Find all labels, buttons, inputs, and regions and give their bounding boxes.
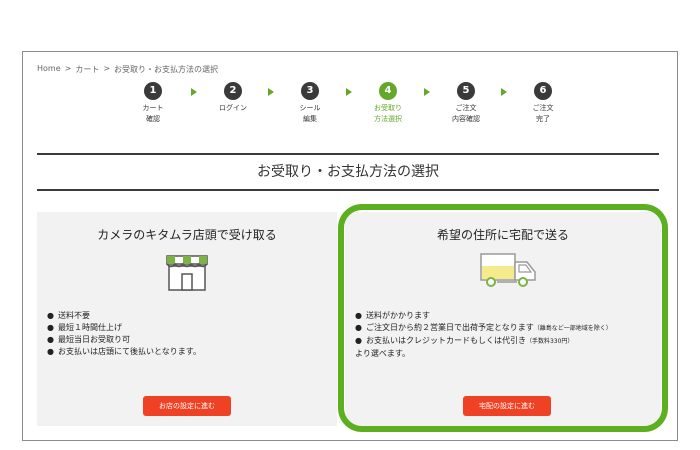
breadcrumb-separator: >	[64, 64, 72, 73]
store-pickup-panel: カメラのキタムラ店頭で受け取る 送料不要 最短１時間仕上げ 最短当日お受取り可 …	[37, 212, 337, 426]
breadcrumb-home[interactable]: Home	[37, 64, 61, 75]
step-arrow-icon	[424, 88, 430, 96]
breadcrumb-current: お受取り・お支払方法の選択	[114, 65, 219, 74]
page-title: お受取り・お支払方法の選択	[37, 153, 659, 191]
step-arrow-icon	[346, 88, 352, 96]
list-item: 送料がかかります	[355, 310, 612, 322]
list-item: お支払いは店頭にて後払いとなります。	[47, 346, 201, 358]
list-item: 最短１時間仕上げ	[47, 322, 201, 334]
step-label: シール 編集	[299, 104, 321, 123]
step-label: ログイン	[219, 104, 247, 112]
step-number: 3	[301, 82, 319, 100]
list-item: お支払いはクレジットカードもしくは代引き（手数料330円）より選べます。	[355, 335, 612, 360]
store-pickup-list: 送料不要 最短１時間仕上げ 最短当日お受取り可 お支払いは店頭にて後払いとなりま…	[47, 310, 201, 358]
step-label: ご注文 完了	[532, 104, 554, 123]
step-number: 5	[457, 82, 475, 100]
list-item: 送料不要	[47, 310, 201, 322]
list-item: 最短当日お受取り可	[47, 334, 201, 346]
step-arrow-icon	[501, 88, 507, 96]
truck-icon	[480, 253, 536, 287]
list-item: ご注文日から約２営業日で出荷予定となります（離島など一部地域を除く）	[355, 322, 612, 335]
breadcrumb-cart[interactable]: カート	[75, 64, 99, 75]
store-settings-button[interactable]: お店の設定に進む	[143, 396, 231, 416]
step-cart: 1 カート 確認	[123, 82, 183, 125]
home-delivery-panel: 希望の住所に宅配で送る 送料がかかります ご注文日から約２営業日で出荷予定となり…	[345, 212, 661, 426]
step-sticker-edit: 3 シール 編集	[280, 82, 340, 125]
step-receive-method: 4 お受取り 方法選択	[358, 82, 418, 125]
progress-steps: 1 カート 確認 2 ログイン 3 シール 編集 4 お受取り 方法選択 5 ご…	[123, 82, 573, 132]
step-label: カート 確認	[142, 104, 164, 123]
step-number: 4	[379, 82, 397, 100]
delivery-settings-button[interactable]: 宅配の設定に進む	[463, 396, 551, 416]
step-login: 2 ログイン	[203, 82, 263, 114]
page-frame: Home > カート > お受取り・お支払方法の選択 1 カート 確認 2 ログ…	[22, 51, 678, 441]
step-number: 6	[534, 82, 552, 100]
breadcrumb: Home > カート > お受取り・お支払方法の選択	[37, 64, 218, 75]
step-number: 1	[144, 82, 162, 100]
store-icon	[166, 255, 208, 291]
step-arrow-icon	[191, 88, 197, 96]
step-order-confirm: 5 ご注文 内容確認	[436, 82, 496, 125]
step-label: お受取り 方法選択	[374, 104, 402, 123]
home-delivery-heading: 希望の住所に宅配で送る	[436, 228, 569, 242]
breadcrumb-separator: >	[103, 64, 111, 73]
step-order-complete: 6 ご注文 完了	[513, 82, 573, 125]
store-pickup-heading: カメラのキタムラ店頭で受け取る	[97, 228, 277, 242]
step-arrow-icon	[268, 88, 274, 96]
step-label: ご注文 内容確認	[452, 104, 480, 123]
home-delivery-list: 送料がかかります ご注文日から約２営業日で出荷予定となります（離島など一部地域を…	[355, 310, 612, 360]
step-number: 2	[224, 82, 242, 100]
